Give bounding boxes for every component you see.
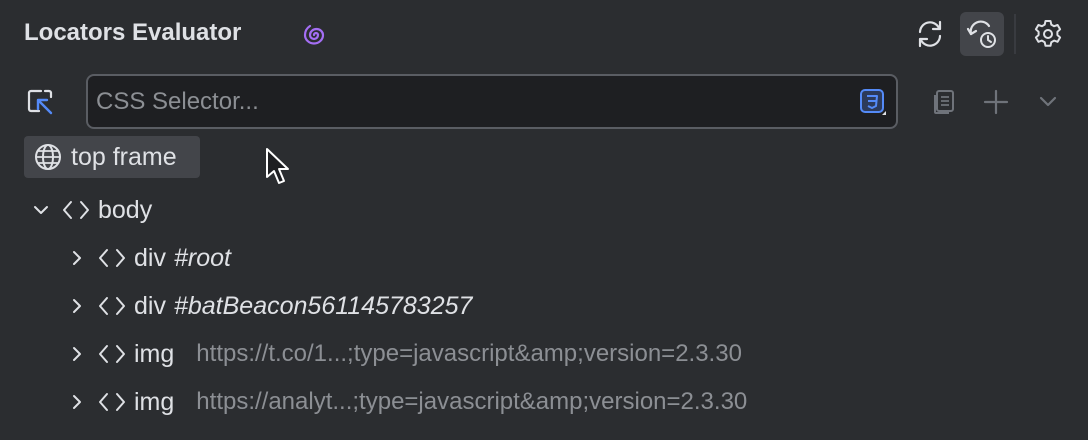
- selector-type-button[interactable]: [856, 86, 890, 118]
- pick-element-button[interactable]: [18, 80, 62, 124]
- tree-node-src: https://analyt...;type=javascript&amp;ve…: [196, 388, 748, 415]
- chevron-right-icon[interactable]: [62, 339, 92, 369]
- copy-icon: [934, 90, 954, 114]
- css-selector-input[interactable]: [96, 76, 836, 127]
- code-tag-icon: [96, 387, 128, 417]
- gear-icon: [1034, 20, 1062, 47]
- sync-button[interactable]: [908, 12, 952, 56]
- tree-node-id: #batBeacon561145783257: [173, 291, 473, 320]
- tree-node-src: https://t.co/1...;type=javascript&amp;ve…: [196, 340, 742, 367]
- frame-label: top frame: [71, 142, 177, 171]
- tree-node-img-2[interactable]: img https://analyt...;type=javascript&am…: [62, 382, 747, 422]
- header-divider: [1014, 14, 1016, 54]
- settings-button[interactable]: [1026, 12, 1070, 56]
- code-tag-icon: [60, 195, 92, 225]
- tree-node-div-batbeacon[interactable]: div #batBeacon561145783257: [62, 286, 472, 326]
- code-tag-icon: [96, 339, 128, 369]
- tree-node-tag: div: [134, 243, 166, 272]
- tree-node-tag: img: [134, 339, 175, 368]
- mouse-cursor-icon: [266, 148, 289, 184]
- pick-element-icon: [27, 89, 53, 115]
- css3-icon: [860, 89, 886, 115]
- tree-node-tag: img: [134, 387, 175, 416]
- history-icon: [966, 20, 996, 48]
- chevron-down-icon[interactable]: [26, 195, 56, 225]
- code-tag-icon: [96, 291, 128, 321]
- tree-node-img-1[interactable]: img https://t.co/1...;type=javascript&am…: [62, 334, 742, 374]
- plus-icon: [983, 89, 1009, 115]
- globe-icon: [35, 144, 61, 170]
- chevron-right-icon[interactable]: [62, 291, 92, 321]
- sync-icon: [918, 20, 942, 48]
- chevron-right-icon[interactable]: [62, 387, 92, 417]
- copy-button[interactable]: [922, 80, 966, 124]
- chevron-down-icon: [1039, 96, 1057, 107]
- spiral-logo-icon: [303, 24, 325, 45]
- tree-node-div-root[interactable]: div #root: [62, 238, 231, 278]
- css-selector-field[interactable]: [86, 74, 898, 129]
- add-button[interactable]: [974, 80, 1018, 124]
- frame-selector[interactable]: top frame: [24, 136, 200, 178]
- tree-node-body[interactable]: body: [26, 190, 152, 230]
- tree-node-tag: div: [134, 291, 166, 320]
- chevron-right-icon[interactable]: [62, 243, 92, 273]
- panel-title: Locators Evaluator: [24, 19, 242, 46]
- more-options-button[interactable]: [1026, 80, 1070, 124]
- tree-node-tag: body: [98, 195, 153, 224]
- history-button[interactable]: [960, 12, 1004, 56]
- tree-node-id: #root: [173, 243, 231, 272]
- code-tag-icon: [96, 243, 128, 273]
